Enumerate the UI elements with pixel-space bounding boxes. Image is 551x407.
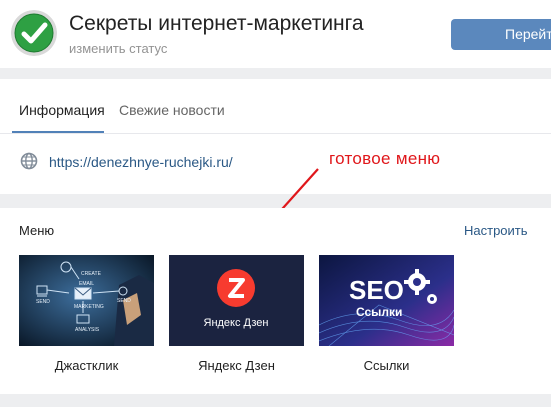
menu-item-links-label[interactable]: Ссылки xyxy=(319,358,454,373)
svg-text:Ссылки: Ссылки xyxy=(356,305,402,319)
configure-link[interactable]: Настроить xyxy=(464,223,528,238)
page-background-strip xyxy=(0,394,551,407)
annotation-text: готовое меню xyxy=(329,149,441,168)
menu-item-zen-label[interactable]: Яндекс Дзен xyxy=(169,358,304,373)
menu-item-justclick-label[interactable]: Джастклик xyxy=(19,358,154,373)
svg-text:CREATE: CREATE xyxy=(81,271,102,277)
zen-logo-icon: Яндекс Дзен xyxy=(169,255,304,346)
tab-fresh-news[interactable]: Свежие новости xyxy=(119,102,225,118)
community-header: Секреты интернет-маркетинга изменить ста… xyxy=(0,0,551,68)
svg-text:ANALYSIS: ANALYSIS xyxy=(75,327,100,333)
info-card: Информация Свежие новости https://denezh… xyxy=(0,79,551,194)
menu-item-justclick-image[interactable]: CREATE EMAIL SEND MARKETING ANALYSIS SEN… xyxy=(19,255,154,346)
menu-title: Меню xyxy=(19,223,55,238)
menu-item-links-image[interactable]: SEO Ссылки xyxy=(319,255,454,346)
svg-text:Яндекс Дзен: Яндекс Дзен xyxy=(204,317,269,329)
page-title: Секреты интернет-маркетинга xyxy=(69,12,364,35)
svg-text:SEND: SEND xyxy=(36,299,50,305)
globe-icon xyxy=(20,152,38,170)
seo-links-illustration: SEO Ссылки xyxy=(319,255,454,346)
status-link[interactable]: изменить статус xyxy=(69,41,167,56)
svg-text:SEND: SEND xyxy=(117,298,131,304)
email-marketing-illustration: CREATE EMAIL SEND MARKETING ANALYSIS SEN… xyxy=(19,255,154,346)
website-link[interactable]: https://denezhnye-ruchejki.ru/ xyxy=(49,154,233,170)
tab-information[interactable]: Информация xyxy=(19,102,105,118)
svg-text:EMAIL: EMAIL xyxy=(79,281,94,287)
svg-text:SEO: SEO xyxy=(349,275,404,305)
menu-item-zen-image[interactable]: Яндекс Дзен xyxy=(169,255,304,346)
svg-text:MARKETING: MARKETING xyxy=(74,304,104,310)
go-button[interactable]: Перейти xyxy=(451,19,551,50)
menu-card: Меню Настроить CREATE EMAIL SEND MARKETI… xyxy=(0,208,551,394)
divider xyxy=(0,133,551,134)
checkmark-avatar-icon[interactable] xyxy=(11,10,57,56)
